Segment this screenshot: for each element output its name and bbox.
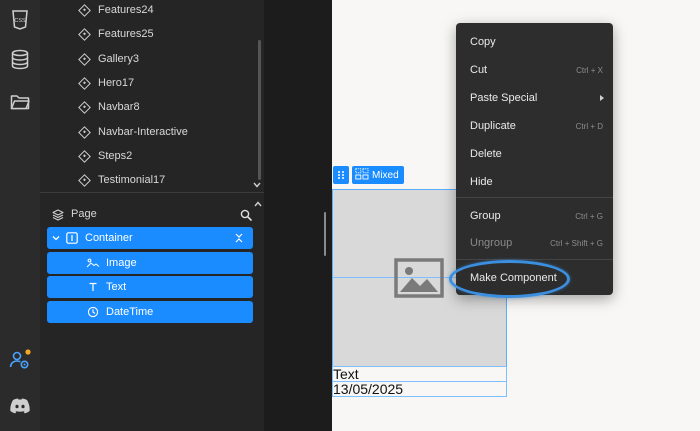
component-item-gallery3[interactable]: Gallery3 [40, 47, 255, 71]
menu-item-label: Cut [470, 64, 488, 76]
component-item-navbar-interactive[interactable]: Navbar-Interactive [40, 120, 255, 144]
icon-rail: CSS [0, 0, 40, 431]
menu-item-shortcut: Ctrl + G [575, 212, 603, 221]
component-icon [78, 149, 91, 163]
menu-item-hide[interactable]: Hide [456, 170, 613, 194]
menu-item-label: Ungroup [470, 237, 513, 249]
layer-datetime[interactable]: DateTime [47, 301, 253, 323]
component-label: Gallery3 [98, 53, 139, 65]
component-icon [78, 100, 91, 114]
layer-text[interactable]: Text [47, 276, 253, 298]
menu-item-group[interactable]: Group Ctrl + G [456, 204, 613, 228]
menu-item-paste-special[interactable]: Paste Special [456, 86, 613, 110]
menu-item-label: Paste Special [470, 92, 538, 104]
container-icon [66, 232, 78, 244]
menu-separator [456, 197, 613, 198]
component-icon [78, 173, 91, 187]
menu-item-label: Copy [470, 36, 496, 48]
menu-separator [456, 259, 613, 260]
component-item-steps2[interactable]: Steps2 [40, 144, 255, 168]
collapse-icon[interactable] [234, 232, 246, 244]
mixed-label: Mixed [372, 169, 399, 181]
component-icon [78, 125, 91, 139]
selection-toolbar: Mixed [333, 166, 404, 184]
svg-text:CSS: CSS [14, 18, 26, 24]
context-menu: Copy Cut Ctrl + X Paste Special Duplicat… [456, 23, 613, 295]
layer-label: Image [106, 257, 137, 269]
menu-item-shortcut: Ctrl + Shift + G [550, 239, 603, 248]
component-icon [78, 52, 91, 66]
drag-handle-icon[interactable] [333, 166, 349, 184]
text-icon [88, 281, 100, 293]
component-icon [78, 27, 91, 41]
chevron-down-icon[interactable] [51, 232, 63, 244]
page-label: Page [71, 208, 97, 220]
search-icon[interactable] [240, 208, 252, 221]
menu-item-shortcut: Ctrl + X [576, 66, 603, 75]
datetime-element[interactable]: 13/05/2025 [332, 381, 507, 397]
component-item-testimonial17[interactable]: Testimonial17 [40, 168, 255, 192]
layer-image[interactable]: Image [47, 252, 253, 274]
menu-item-label: Duplicate [470, 120, 516, 132]
component-label: Navbar8 [98, 101, 140, 113]
menu-item-label: Hide [470, 176, 493, 188]
clock-icon [87, 306, 99, 318]
layers-panel: Page Container Image Text DateTime [40, 193, 264, 431]
component-item-hero17[interactable]: Hero17 [40, 71, 255, 95]
chevron-down-icon[interactable] [253, 180, 261, 190]
layer-container[interactable]: Container [47, 227, 253, 249]
notification-dot-icon [25, 349, 31, 355]
resize-handle[interactable] [324, 212, 326, 256]
menu-item-ungroup: Ungroup Ctrl + Shift + G [456, 231, 613, 255]
discord-icon[interactable] [8, 394, 32, 418]
component-item-features25[interactable]: Features25 [40, 22, 255, 46]
submenu-arrow-icon [600, 95, 604, 101]
image-placeholder-icon [394, 258, 444, 298]
highlight-ring [449, 260, 570, 298]
mixed-badge[interactable]: Mixed [352, 166, 404, 184]
layers-icon [52, 208, 64, 221]
page-row[interactable]: Page [40, 203, 264, 225]
layer-label: Container [85, 232, 133, 244]
menu-item-copy[interactable]: Copy [456, 30, 613, 54]
css-icon[interactable]: CSS [8, 8, 32, 32]
component-icon [78, 76, 91, 90]
text-element[interactable]: Text [332, 366, 507, 382]
layer-label: Text [106, 281, 127, 293]
menu-item-duplicate[interactable]: Duplicate Ctrl + D [456, 114, 613, 138]
panel-gutter [264, 0, 332, 431]
component-label: Testimonial17 [98, 174, 166, 186]
layer-label: DateTime [106, 306, 154, 318]
menu-item-shortcut: Ctrl + D [575, 122, 603, 131]
component-icon [78, 3, 91, 17]
grid-icon [355, 167, 369, 183]
components-scrollbar[interactable] [258, 40, 261, 180]
component-label: Features25 [98, 28, 154, 40]
folder-icon[interactable] [8, 90, 32, 114]
component-label: Hero17 [98, 77, 135, 89]
component-item-features24[interactable]: Features24 [40, 0, 255, 22]
menu-item-label: Group [470, 210, 501, 222]
component-item-navbar8[interactable]: Navbar8 [40, 95, 255, 119]
component-label: Steps2 [98, 150, 133, 162]
menu-item-delete[interactable]: Delete [456, 142, 613, 166]
components-panel: Features24 Features25 Gallery3 Hero17 Na… [40, 0, 264, 192]
database-icon[interactable] [8, 48, 32, 72]
component-label: Features24 [98, 4, 154, 16]
menu-item-label: Delete [470, 148, 502, 160]
image-icon [86, 257, 100, 269]
menu-item-cut[interactable]: Cut Ctrl + X [456, 58, 613, 82]
component-label: Navbar-Interactive [98, 126, 188, 138]
user-settings-icon[interactable] [8, 348, 32, 372]
